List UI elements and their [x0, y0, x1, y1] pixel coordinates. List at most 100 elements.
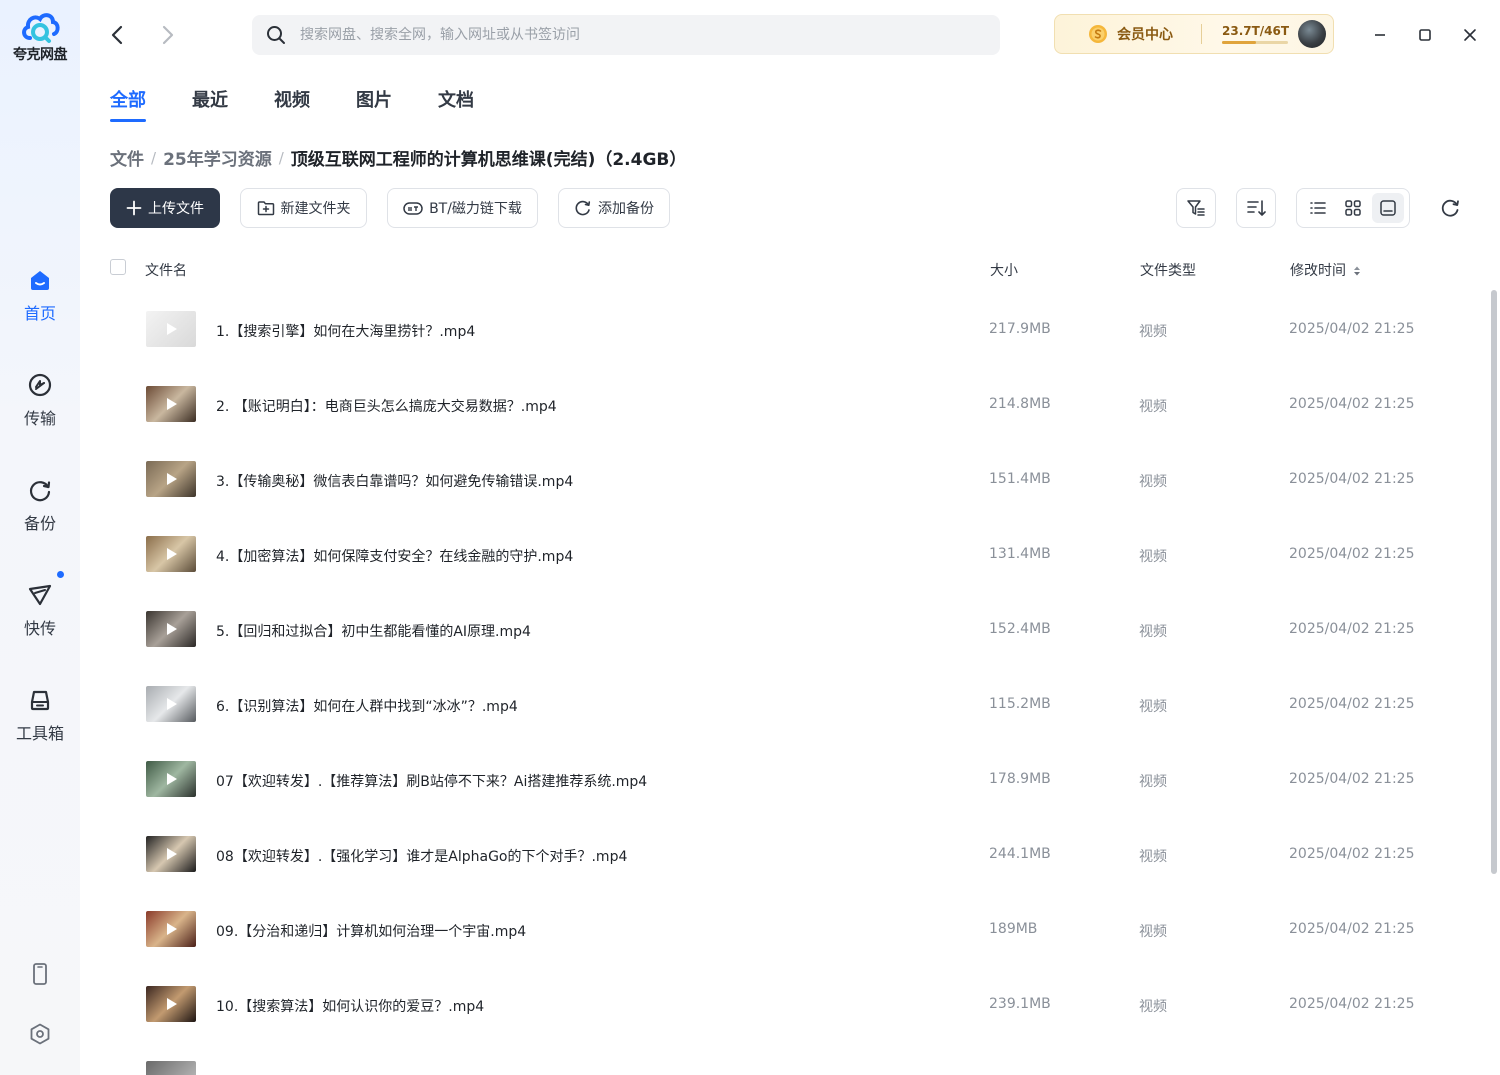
video-thumbnail — [146, 311, 196, 347]
file-row[interactable]: 2. 【账记明白】：电商巨头怎么搞庞大交易数据？.mp4 214.8MB 视频 … — [110, 368, 1480, 443]
file-modified-time: 2025/04/02 21:25 — [1289, 696, 1415, 712]
storage-quota[interactable]: 23.7T/46T — [1222, 24, 1290, 44]
file-size: 217.9MB — [989, 321, 1051, 337]
phone-icon — [33, 963, 47, 985]
vip-divider — [1201, 24, 1202, 44]
sidebar-item-toolbox[interactable]: 工具箱 — [0, 686, 80, 744]
breadcrumb-item-files[interactable]: 文件 — [110, 145, 144, 170]
file-type: 视频 — [1139, 774, 1167, 790]
file-row[interactable]: 5.【回归和过拟合】初中生都能看懂的AI原理.mp4 152.4MB 视频 20… — [110, 593, 1480, 668]
close-button[interactable] — [1457, 22, 1483, 48]
minimize-button[interactable] — [1367, 22, 1393, 48]
file-row[interactable]: 10.【搜索算法】如何认识你的爱豆？.mp4 239.1MB 视频 2025/0… — [110, 968, 1480, 1043]
play-icon — [167, 548, 177, 560]
search-bar — [252, 15, 1000, 55]
file-name: 5.【回归和过拟合】初中生都能看懂的AI原理.mp4 — [216, 624, 531, 640]
search-input[interactable] — [298, 26, 942, 44]
tab-image[interactable]: 图片 — [356, 86, 392, 122]
bt-download-button[interactable]: BT/磁力链下载 — [387, 188, 538, 228]
settings-button[interactable] — [0, 1022, 80, 1050]
breadcrumb-item-folder[interactable]: 25年学习资源 — [163, 145, 272, 170]
file-modified-time: 2025/04/02 21:25 — [1289, 321, 1415, 337]
new-folder-button[interactable]: 新建文件夹 — [240, 188, 367, 228]
phone-button[interactable] — [0, 962, 80, 990]
toolbox-icon — [30, 690, 50, 711]
file-modified-time: 2025/04/02 21:25 — [1289, 471, 1415, 487]
refresh-button[interactable] — [1436, 194, 1464, 222]
file-modified-time: 2025/04/02 21:25 — [1289, 396, 1415, 412]
play-icon — [167, 923, 177, 935]
sidebar-item-backup[interactable]: 备份 — [0, 476, 80, 534]
file-name: 09.【分治和递归】计算机如何治理一个宇宙.mp4 — [216, 924, 527, 940]
file-row[interactable]: 1.【搜索引擎】如何在大海里捞针？.mp4 217.9MB 视频 2025/04… — [110, 293, 1480, 368]
refresh-icon — [1441, 199, 1459, 217]
file-row[interactable]: 4.【加密算法】如何保障支付安全？在线金融的守护.mp4 131.4MB 视频 … — [110, 518, 1480, 593]
avatar[interactable] — [1298, 20, 1326, 48]
cloud-logo-icon — [22, 13, 60, 43]
file-type: 视频 — [1139, 699, 1167, 715]
play-icon — [167, 773, 177, 785]
storage-quota-text: 23.7T/46T — [1222, 24, 1290, 38]
play-icon — [167, 848, 177, 860]
tab-document[interactable]: 文档 — [438, 86, 474, 122]
file-row[interactable]: 6.【识别算法】如何在人群中找到“冰冰”？.mp4 115.2MB 视频 202… — [110, 668, 1480, 743]
new-folder-button-label: 新建文件夹 — [280, 201, 351, 217]
column-header-time[interactable]: 修改时间 — [1290, 260, 1362, 280]
add-backup-button[interactable]: 添加备份 — [558, 188, 670, 228]
sidebar-item-label: 工具箱 — [15, 724, 64, 743]
scrollbar[interactable] — [1491, 290, 1497, 874]
filter-button[interactable] — [1176, 188, 1216, 228]
file-row[interactable]: 08【欢迎转发】.【强化学习】谁才是AlphaGo的下个对手？.mp4 244.… — [110, 818, 1480, 893]
storage-quota-bar — [1222, 41, 1288, 44]
maximize-button[interactable] — [1412, 22, 1438, 48]
file-type: 视频 — [1139, 924, 1167, 940]
chevron-left-icon — [111, 25, 123, 45]
file-modified-time: 2025/04/02 21:25 — [1289, 771, 1415, 787]
back-button[interactable] — [104, 22, 130, 48]
sidebar-item-transfer[interactable]: 传输 — [0, 371, 80, 429]
sort-button[interactable] — [1236, 188, 1276, 228]
tab-recent[interactable]: 最近 — [192, 86, 228, 122]
tab-all[interactable]: 全部 — [110, 86, 146, 122]
close-icon — [1464, 29, 1476, 41]
file-row[interactable]: 07【欢迎转发】.【推荐算法】刷B站停不下来？Ai搭建推荐系统.mp4 178.… — [110, 743, 1480, 818]
file-size: 239.1MB — [989, 996, 1051, 1012]
list-view-button[interactable] — [1302, 193, 1334, 223]
file-row[interactable]: 3.【传输奥秘】微信表白靠谱吗？如何避免传输错误.mp4 151.4MB 视频 … — [110, 443, 1480, 518]
breadcrumb-separator: / — [151, 148, 157, 167]
forward-button[interactable] — [155, 22, 181, 48]
file-name: 08【欢迎转发】.【强化学习】谁才是AlphaGo的下个对手？.mp4 — [216, 849, 628, 865]
tab-video[interactable]: 视频 — [274, 86, 310, 122]
sidebar-item-send[interactable]: 快传 — [0, 571, 80, 639]
vip-center[interactable]: 会员中心 23.7T/46T — [1054, 14, 1334, 54]
grid-view-button[interactable] — [1337, 193, 1369, 223]
file-type: 视频 — [1139, 624, 1167, 640]
video-thumbnail — [146, 386, 196, 422]
file-table-header: 文件名 大小 文件类型 修改时间 — [110, 256, 1480, 282]
add-backup-button-label: 添加备份 — [598, 201, 654, 217]
column-header-size[interactable]: 大小 — [990, 260, 1018, 280]
file-row[interactable]: 09.【分治和递归】计算机如何治理一个宇宙.mp4 189MB 视频 2025/… — [110, 893, 1480, 968]
grid-view-icon — [1345, 200, 1361, 216]
select-all-checkbox[interactable] — [110, 259, 126, 275]
sidebar-item-home[interactable]: 首页 — [0, 266, 80, 324]
breadcrumb-current: 顶级互联网工程师的计算机思维课(完结)（2.4GB） — [290, 150, 687, 170]
file-row-partial[interactable] — [110, 1043, 1480, 1075]
file-type: 视频 — [1139, 849, 1167, 865]
backup-icon — [29, 481, 51, 502]
column-header-name[interactable]: 文件名 — [145, 260, 187, 280]
breadcrumb-separator: / — [278, 148, 284, 167]
sidebar-item-label: 快传 — [23, 619, 56, 638]
app-logo[interactable]: 夸克网盘 — [0, 8, 80, 64]
column-header-type[interactable]: 文件类型 — [1140, 260, 1196, 280]
upload-button[interactable]: 上传文件 — [110, 188, 220, 228]
send-icon — [28, 584, 52, 606]
notification-dot — [57, 571, 64, 578]
preview-view-button[interactable] — [1371, 193, 1404, 223]
settings-icon — [30, 1023, 50, 1045]
file-name: 1.【搜索引擎】如何在大海里捞针？.mp4 — [216, 324, 476, 340]
vip-center-label: 会员中心 — [1117, 27, 1173, 43]
file-name: 07【欢迎转发】.【推荐算法】刷B站停不下来？Ai搭建推荐系统.mp4 — [216, 774, 648, 790]
file-modified-time: 2025/04/02 21:25 — [1289, 846, 1415, 862]
list-view-icon — [1310, 202, 1327, 214]
